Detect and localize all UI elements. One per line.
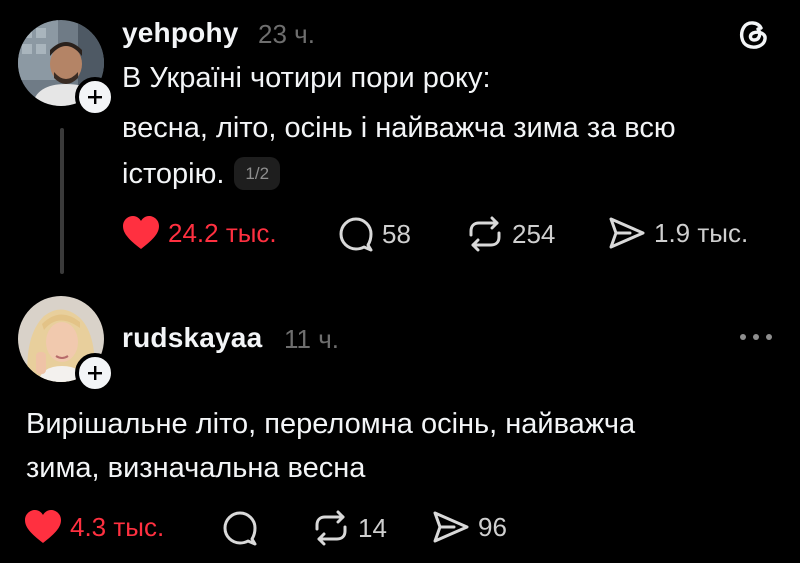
username[interactable]: yehpohy [122, 17, 239, 49]
heart-filled-icon [122, 216, 160, 250]
post-text-line-3: історію. 1/2 [122, 152, 281, 197]
reply-count: 58 [382, 218, 411, 249]
comment-bubble-icon [338, 216, 374, 252]
repost-count: 254 [512, 218, 556, 249]
reply-button[interactable] [222, 510, 266, 546]
threads-logo-icon[interactable] [736, 16, 772, 57]
send-paper-plane-icon [608, 216, 646, 250]
repost-button[interactable]: 254 [466, 216, 555, 252]
share-count: 1.9 тыс. [654, 217, 749, 248]
share-count: 96 [478, 511, 507, 542]
share-button[interactable]: 96 [432, 510, 507, 544]
like-count: 24.2 тыс. [168, 217, 277, 248]
post-text-line-3-text: історію. [122, 158, 225, 190]
like-button[interactable]: 24.2 тыс. [122, 216, 277, 250]
post-text-line-2: зима, визначальна весна [26, 452, 366, 484]
post-text-line-2: весна, літо, осінь і найважча зима за вс… [122, 112, 676, 144]
more-options-icon[interactable] [738, 330, 774, 349]
repost-count: 14 [358, 512, 387, 543]
post-text-line-1: В Україні чотири пори року: [122, 62, 491, 94]
thread-connector-line [60, 128, 64, 274]
repost-arrows-icon [312, 510, 350, 546]
send-paper-plane-icon [432, 510, 470, 544]
follow-plus-button[interactable] [75, 353, 115, 393]
page-indicator-badge[interactable]: 1/2 [234, 157, 281, 190]
heart-filled-icon [24, 510, 62, 544]
follow-plus-button[interactable] [75, 77, 115, 117]
reply-button[interactable]: 58 [338, 216, 411, 252]
like-count: 4.3 тыс. [70, 511, 165, 542]
plus-icon [88, 90, 102, 104]
post-time: 23 ч. [258, 19, 315, 49]
repost-arrows-icon [466, 216, 504, 252]
like-button[interactable]: 4.3 тыс. [24, 510, 164, 544]
comment-bubble-icon [222, 510, 258, 546]
username[interactable]: rudskayaa [122, 322, 262, 354]
plus-icon [88, 366, 102, 380]
post-text-line-1: Вирішальне літо, переломна осінь, найваж… [26, 408, 636, 440]
share-button[interactable]: 1.9 тыс. [608, 216, 748, 250]
post-time: 11 ч. [284, 324, 339, 354]
repost-button[interactable]: 14 [312, 510, 387, 546]
